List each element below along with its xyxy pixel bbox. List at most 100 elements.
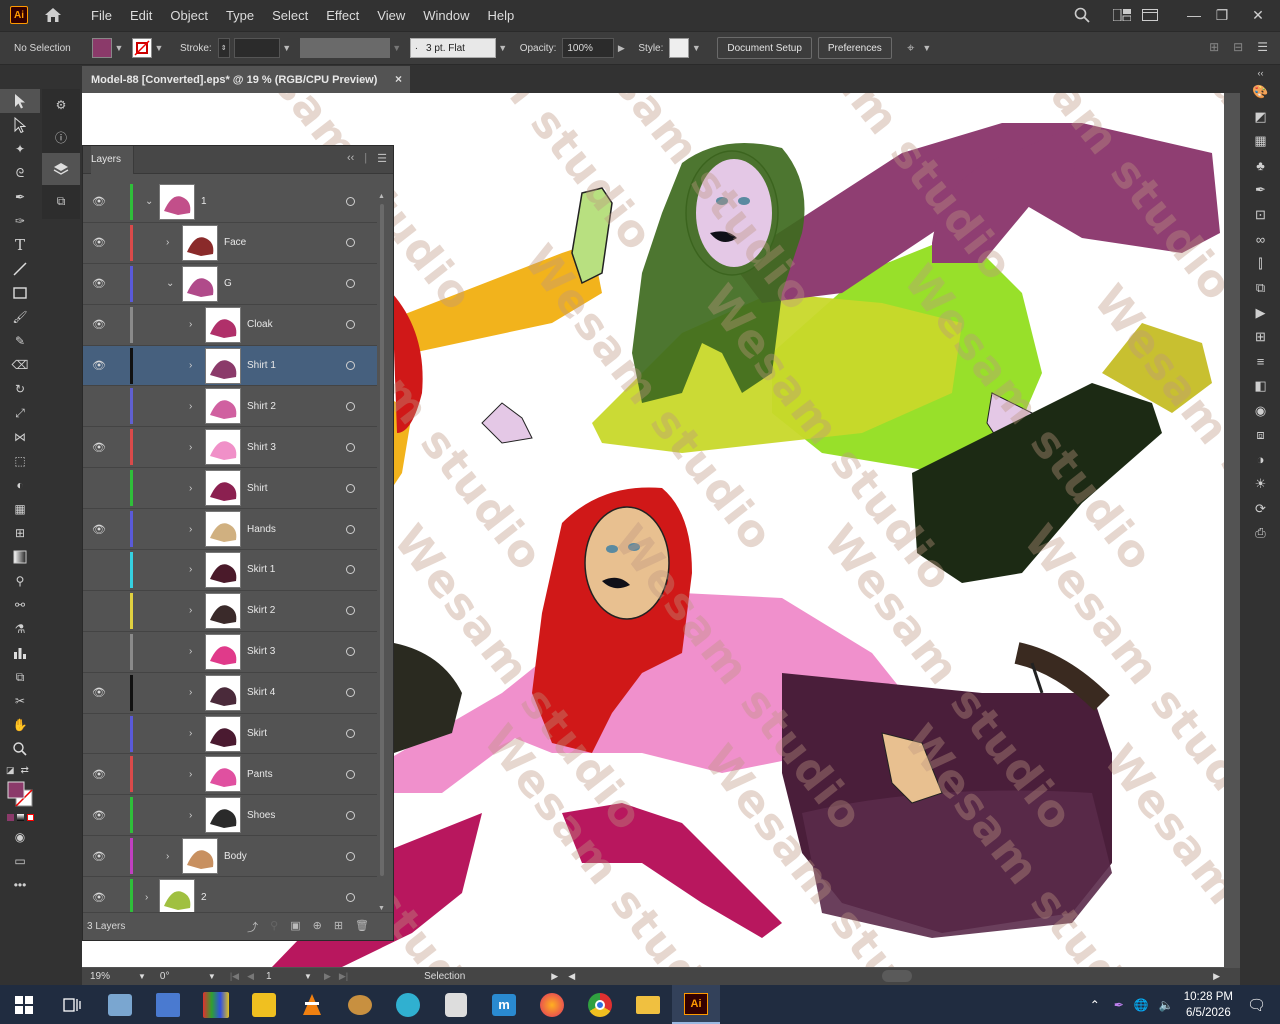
chevron-right-icon[interactable]: ›: [189, 810, 192, 821]
chevron-down-icon[interactable]: ▼: [689, 38, 703, 58]
line-tool-icon[interactable]: [0, 257, 40, 281]
layer-target-icon[interactable]: [346, 892, 355, 902]
default-colors-icon[interactable]: ◪ ⇄: [0, 761, 40, 779]
layer-target-icon[interactable]: [346, 729, 355, 739]
transform-icon[interactable]: ⊟: [1233, 40, 1243, 54]
layer-target-icon[interactable]: [346, 524, 355, 534]
last-artboard-icon[interactable]: ▶|: [339, 971, 348, 982]
gradient-tool-icon[interactable]: [0, 545, 40, 569]
previous-artboard-icon[interactable]: ◀: [247, 971, 254, 982]
start-icon[interactable]: [0, 985, 48, 1024]
visibility-eye-icon[interactable]: 👁: [91, 236, 107, 249]
chevron-down-icon[interactable]: ⌄: [145, 196, 153, 207]
collapse-panel-icon[interactable]: ‹‹: [347, 152, 354, 165]
perspective-grid-tool-icon[interactable]: ▦: [0, 497, 40, 521]
app-icon-editor[interactable]: [144, 985, 192, 1024]
chevron-right-icon[interactable]: ›: [189, 728, 192, 739]
menu-select[interactable]: Select: [263, 8, 317, 23]
properties-icon[interactable]: ⚙: [42, 89, 80, 121]
chevron-down-icon[interactable]: ▼: [138, 972, 146, 981]
minimize-icon[interactable]: —: [1180, 0, 1208, 30]
layer-row[interactable]: 👁 › Skirt 4: [83, 673, 377, 714]
rotation-field[interactable]: 0°: [155, 969, 208, 984]
workspace-switcher-icon[interactable]: [1108, 0, 1136, 30]
appearance-icon[interactable]: ◉: [1241, 399, 1280, 424]
chevron-down-icon[interactable]: ▼: [920, 38, 934, 58]
info-icon[interactable]: ⓘ: [42, 121, 80, 153]
symbol-sprayer-tool-icon[interactable]: ⚗: [0, 617, 40, 641]
screen-mode-icon[interactable]: ▭: [0, 849, 40, 873]
chevron-right-icon[interactable]: ›: [145, 892, 148, 903]
layer-row[interactable]: 👁 ⌄ 1: [83, 182, 377, 223]
quick-actions-icon[interactable]: ⌖: [902, 38, 920, 58]
chevron-down-icon[interactable]: ⌄: [166, 278, 174, 289]
layer-row[interactable]: 👁 › Pants: [83, 754, 377, 796]
menu-object[interactable]: Object: [161, 8, 217, 23]
transparency-icon[interactable]: ◑: [1241, 448, 1280, 473]
actions-icon[interactable]: ▶: [1241, 301, 1280, 326]
layers-tab[interactable]: Layers: [91, 145, 135, 174]
close-tab-icon[interactable]: ×: [395, 72, 402, 86]
fill-stroke-indicator[interactable]: [0, 779, 40, 809]
chevron-right-icon[interactable]: ▶: [614, 38, 628, 58]
chevron-right-icon[interactable]: ›: [189, 564, 192, 575]
layer-target-icon[interactable]: [346, 442, 355, 452]
paragraph-icon[interactable]: ≡: [1241, 350, 1280, 375]
chevron-right-icon[interactable]: ›: [166, 851, 169, 862]
layer-target-icon[interactable]: [346, 197, 355, 207]
layer-target-icon[interactable]: [346, 851, 355, 861]
notifications-icon[interactable]: 🗨: [1247, 996, 1266, 1014]
layer-row[interactable]: 👁 › Cloak: [83, 305, 377, 346]
new-layer-icon[interactable]: ⊞: [334, 919, 343, 935]
rectangle-tool-icon[interactable]: [0, 281, 40, 305]
menu-help[interactable]: Help: [478, 8, 523, 23]
shaper-tool-icon[interactable]: ✎: [0, 329, 40, 353]
network-icon[interactable]: 🌐: [1134, 998, 1149, 1012]
task-view-icon[interactable]: [48, 985, 96, 1024]
width-tool-icon[interactable]: ⋈: [0, 425, 40, 449]
delete-layer-icon[interactable]: 🗑: [355, 919, 369, 935]
restore-icon[interactable]: ❐: [1208, 0, 1236, 30]
next-artboard-icon[interactable]: ▶: [324, 971, 331, 982]
chevron-right-icon[interactable]: ›: [189, 483, 192, 494]
visibility-eye-icon[interactable]: 👁: [91, 768, 107, 781]
chevron-down-icon[interactable]: ▼: [208, 972, 216, 981]
stroke-stepper[interactable]: ⇕: [217, 38, 230, 58]
layer-row[interactable]: 👁 ⌄ G: [83, 264, 377, 305]
app-icon-m[interactable]: m: [480, 985, 528, 1024]
chevron-down-icon[interactable]: ▼: [112, 38, 126, 58]
menu-edit[interactable]: Edit: [121, 8, 161, 23]
stroke-weight-field[interactable]: [233, 38, 280, 58]
visibility-eye-icon[interactable]: 👁: [91, 318, 107, 331]
export-icon[interactable]: ⤴: [247, 919, 258, 935]
layer-row[interactable]: › Shirt 2: [83, 386, 377, 428]
direct-selection-tool-icon[interactable]: [0, 113, 40, 137]
vlc-icon[interactable]: [288, 985, 336, 1024]
home-icon[interactable]: [42, 5, 64, 25]
layer-row[interactable]: 👁 › Shirt 1: [83, 345, 377, 387]
fill-swatch[interactable]: [92, 38, 112, 58]
symbols-icon[interactable]: ♣: [1241, 154, 1280, 179]
graphic-styles-icon[interactable]: ⧈: [1241, 423, 1280, 448]
layers-icon[interactable]: [42, 153, 80, 185]
scale-tool-icon[interactable]: ⤢: [0, 401, 40, 425]
layer-target-icon[interactable]: [346, 320, 355, 330]
layer-row[interactable]: › Skirt 3: [83, 632, 377, 673]
brush-definition[interactable]: · 3 pt. Flat: [409, 38, 496, 58]
chevron-up-icon[interactable]: ⌃: [1090, 998, 1100, 1012]
align-icon[interactable]: ⫿: [1241, 252, 1280, 277]
selection-tool-icon[interactable]: [0, 89, 40, 113]
chevron-right-icon[interactable]: ›: [189, 646, 192, 657]
chevron-right-icon[interactable]: ›: [189, 769, 192, 780]
chevron-down-icon[interactable]: ▼: [390, 38, 404, 58]
layer-target-icon[interactable]: [346, 238, 355, 248]
type-tool-icon[interactable]: T: [0, 233, 40, 257]
menu-type[interactable]: Type: [217, 8, 263, 23]
lasso-tool-icon[interactable]: ᘓ: [0, 161, 40, 185]
first-artboard-icon[interactable]: |◀: [230, 971, 239, 982]
new-sublayer-icon[interactable]: ⊕: [313, 919, 322, 935]
chevron-right-icon[interactable]: ›: [189, 360, 192, 371]
layer-target-icon[interactable]: [346, 606, 355, 616]
visibility-eye-icon[interactable]: 👁: [91, 441, 107, 454]
app-icon-beetle[interactable]: [336, 985, 384, 1024]
